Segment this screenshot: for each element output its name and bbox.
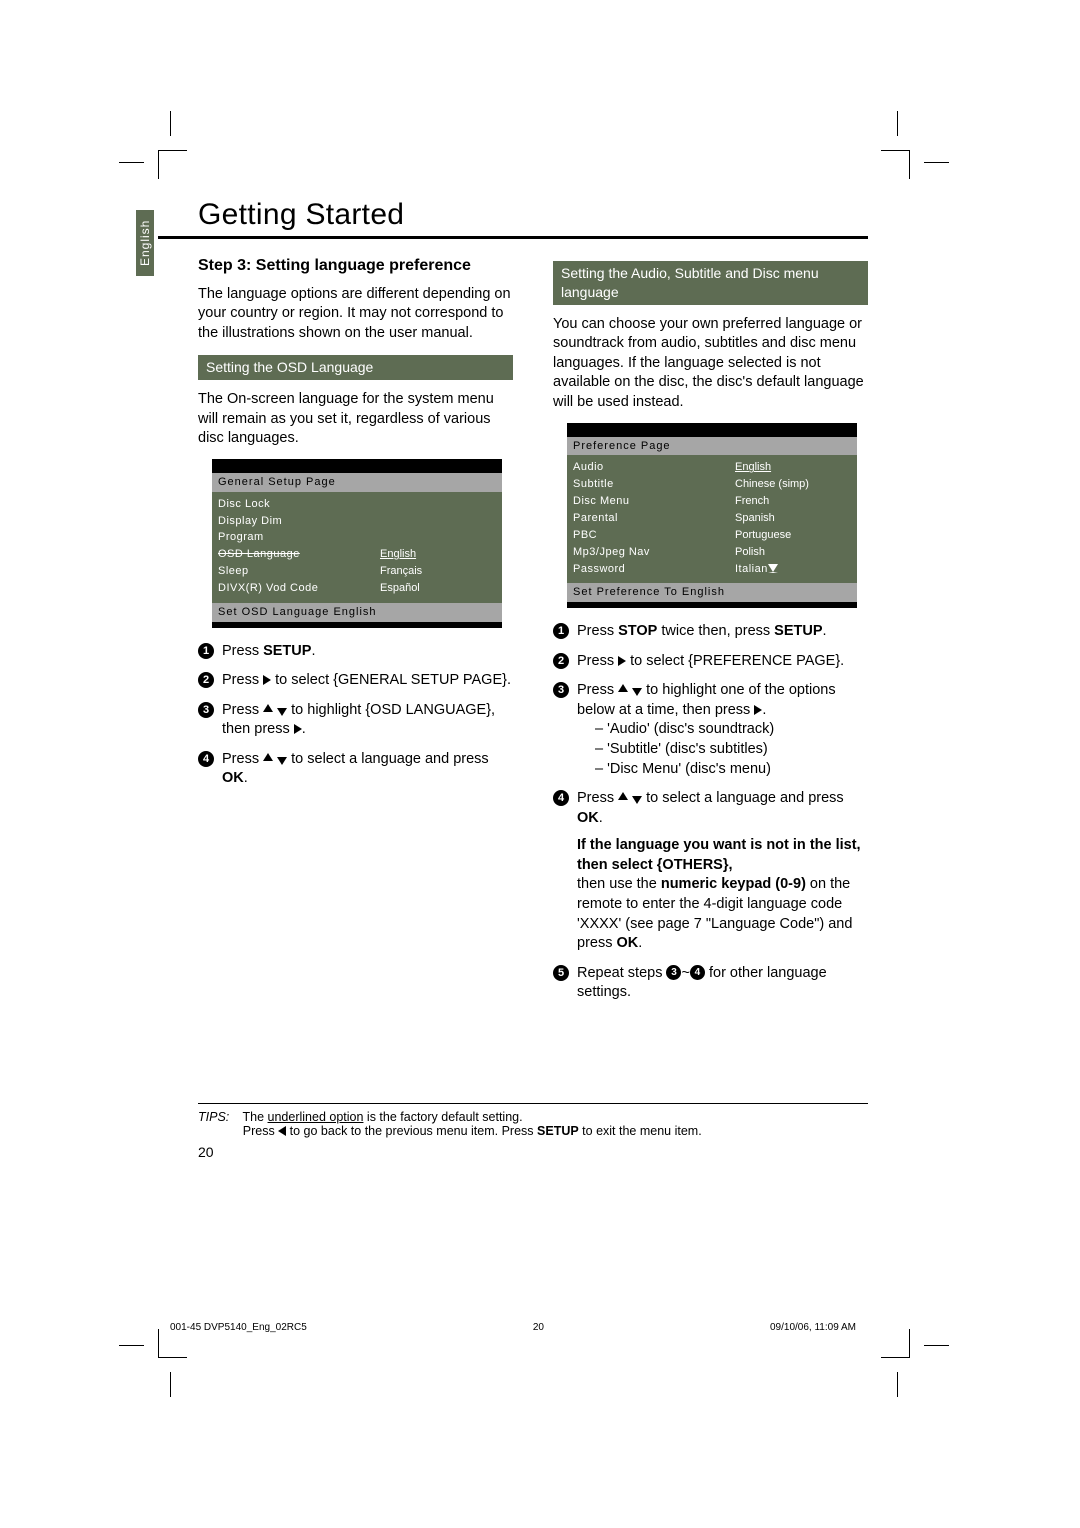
crop-mark-bl	[158, 1329, 187, 1358]
step-3: Press to highlight one of the options be…	[553, 681, 868, 779]
up-arrow-icon	[618, 792, 628, 800]
osd-footer: Set Preference To English	[567, 583, 857, 602]
step-1: Press STOP twice then, press SETUP.	[553, 622, 868, 642]
step-4: Press to select a language and press OK.	[198, 750, 513, 789]
step-3: Press to highlight {OSD LANGUAGE}, then …	[198, 701, 513, 740]
crop-mark-tr	[881, 150, 910, 179]
footer-page: 20	[533, 1322, 544, 1333]
up-arrow-icon	[263, 753, 273, 761]
osd-footer: Set OSD Language English	[212, 603, 502, 622]
page-title: Getting Started	[198, 198, 868, 232]
right-steps: Press STOP twice then, press SETUP. Pres…	[553, 622, 868, 1003]
page-number: 20	[198, 1144, 868, 1160]
circled-3-icon: 3	[666, 965, 681, 980]
footer-filename: 001-45 DVP5140_Eng_02RC5	[170, 1322, 307, 1333]
right-arrow-icon	[618, 656, 626, 666]
footer-timestamp: 09/10/06, 11:09 AM	[770, 1322, 856, 1333]
step-1: Press SETUP.	[198, 642, 513, 662]
tips-box: TIPS: The underlined option is the facto…	[198, 1103, 868, 1138]
right-arrow-icon	[294, 724, 302, 734]
step-2: Press to select {PREFERENCE PAGE}.	[553, 652, 868, 672]
osd-screenshot-right: Preference Page AudioEnglish SubtitleChi…	[567, 423, 857, 609]
circled-4-icon: 4	[690, 965, 705, 980]
down-arrow-icon	[632, 688, 642, 696]
osd-paragraph: The On-screen language for the system me…	[198, 390, 513, 449]
title-rule	[158, 236, 868, 239]
right-subhead: Setting the Audio, Subtitle and Disc men…	[553, 261, 868, 305]
osd-screenshot-left: General Setup Page Disc Lock Display Dim…	[212, 459, 502, 628]
crop-mark-br	[881, 1329, 910, 1358]
crop-mark-tl	[158, 150, 187, 179]
right-arrow-icon	[263, 675, 271, 685]
step-2: Press to select {GENERAL SETUP PAGE}.	[198, 671, 513, 691]
step-4: Press to select a language and press OK.…	[553, 789, 868, 954]
left-steps: Press SETUP. Press to select {GENERAL SE…	[198, 642, 513, 789]
vertical-language-tab: English	[136, 210, 154, 276]
step-heading: Step 3: Setting language preference	[198, 255, 513, 277]
down-arrow-icon	[277, 757, 287, 765]
osd-subhead: Setting the OSD Language	[198, 355, 513, 380]
intro-paragraph: The language options are different depen…	[198, 285, 513, 344]
right-column: Setting the Audio, Subtitle and Disc men…	[553, 249, 868, 1013]
left-arrow-icon	[278, 1126, 286, 1136]
down-arrow-icon	[277, 708, 287, 716]
page-content: Getting Started English Step 3: Setting …	[158, 198, 868, 1160]
scroll-down-icon	[768, 564, 778, 573]
up-arrow-icon	[618, 684, 628, 692]
down-arrow-icon	[632, 796, 642, 804]
osd-header: Preference Page	[567, 437, 857, 456]
right-intro: You can choose your own preferred langua…	[553, 315, 868, 413]
left-column: Step 3: Setting language preference The …	[198, 249, 513, 1013]
up-arrow-icon	[263, 704, 273, 712]
step-5: Repeat steps 3~4 for other language sett…	[553, 964, 868, 1003]
osd-header: General Setup Page	[212, 473, 502, 492]
print-footer: 001-45 DVP5140_Eng_02RC5 20 09/10/06, 11…	[158, 1322, 868, 1333]
